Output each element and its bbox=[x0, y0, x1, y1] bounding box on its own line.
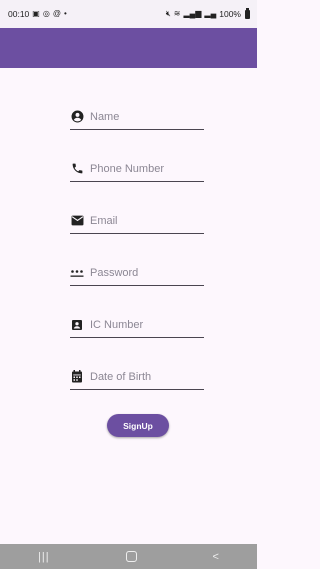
name-field[interactable]: Name bbox=[70, 104, 204, 130]
phone-number-field[interactable]: Phone Number bbox=[70, 156, 204, 182]
app-bar bbox=[0, 28, 257, 68]
date-of-birth-field[interactable]: Date of Birth bbox=[70, 364, 204, 390]
ic-number-field[interactable]: IC Number bbox=[70, 312, 204, 338]
email-field[interactable]: Email bbox=[70, 208, 204, 234]
signal-2-icon: ▂▄ bbox=[204, 9, 217, 18]
status-bar: 00:10 ▣ ◎ @ • 🔇︎ ≋ ▂▄▆ ▂▄ 100% bbox=[0, 0, 257, 28]
status-right: 🔇︎ ≋ ▂▄▆ ▂▄ 100% bbox=[165, 7, 250, 19]
date-of-birth-placeholder: Date of Birth bbox=[90, 370, 152, 383]
battery-label: 100% bbox=[219, 9, 241, 19]
password-field[interactable]: Password bbox=[70, 260, 204, 286]
clock: 00:10 bbox=[8, 9, 30, 19]
home-button[interactable] bbox=[125, 551, 137, 562]
phone-icon bbox=[70, 162, 84, 176]
id-card-icon bbox=[70, 318, 84, 332]
person-icon bbox=[70, 110, 84, 124]
gallery-icon: ▣ bbox=[32, 9, 40, 18]
wifi-icon: ≋ bbox=[173, 9, 181, 18]
at-icon: @ bbox=[52, 9, 61, 18]
mail-icon bbox=[70, 214, 84, 228]
phone-number-placeholder: Phone Number bbox=[90, 162, 164, 175]
mute-icon: 🔇︎ bbox=[165, 9, 171, 18]
instagram-icon: ◎ bbox=[42, 9, 50, 18]
battery-icon bbox=[245, 7, 250, 19]
calendar-icon bbox=[70, 370, 84, 384]
password-placeholder: Password bbox=[90, 266, 139, 279]
signup-button[interactable]: SignUp bbox=[107, 414, 169, 437]
back-button[interactable]: < bbox=[213, 551, 219, 563]
ic-number-placeholder: IC Number bbox=[90, 318, 144, 331]
dot-icon: • bbox=[63, 9, 67, 18]
password-icon bbox=[70, 266, 84, 280]
signal-icon: ▂▄▆ bbox=[183, 9, 202, 18]
status-left: 00:10 ▣ ◎ @ • bbox=[8, 9, 67, 19]
email-placeholder: Email bbox=[90, 214, 118, 227]
recent-apps-button[interactable]: ||| bbox=[38, 551, 50, 563]
navigation-bar: ||| < bbox=[0, 544, 257, 569]
name-placeholder: Name bbox=[90, 110, 120, 123]
